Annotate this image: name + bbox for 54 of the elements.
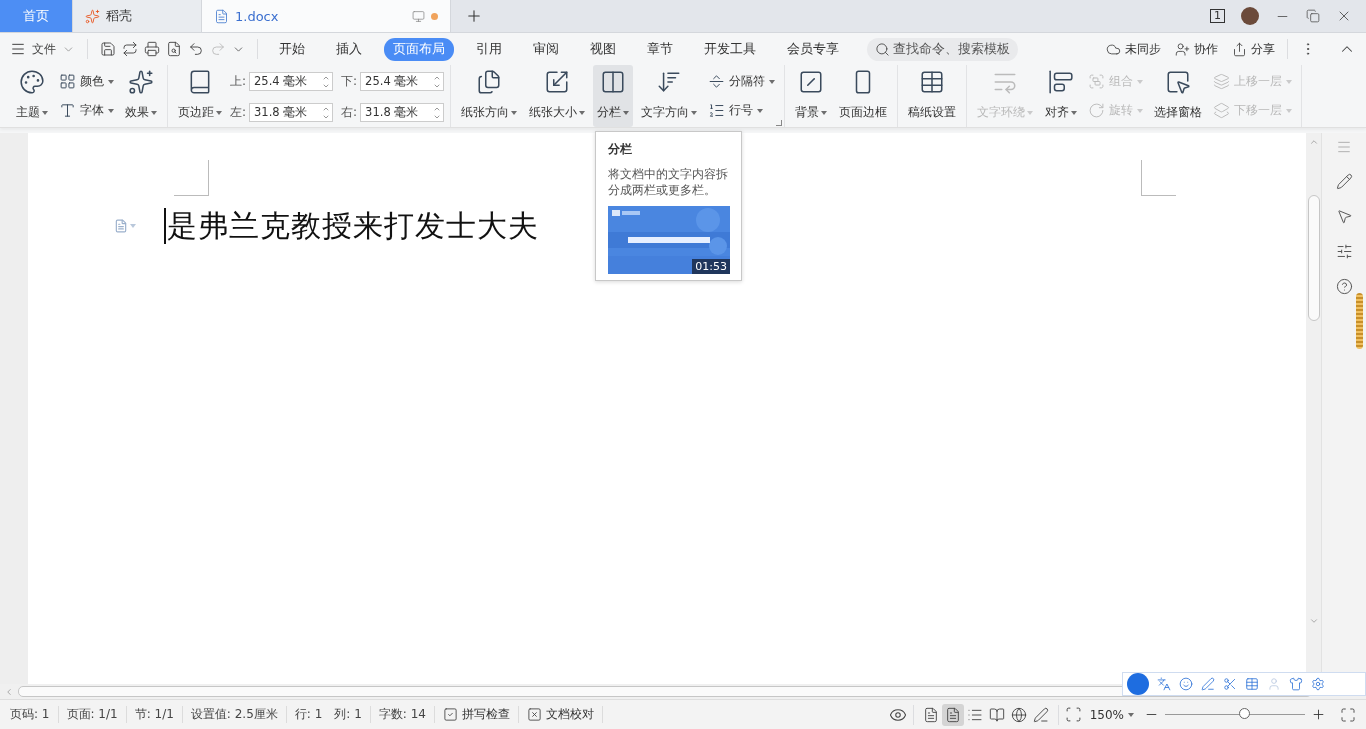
document-text: 是弗兰克教授来打发士大夫 [164, 208, 539, 244]
tooltip-title: 分栏 [608, 141, 633, 158]
margin-field[interactable]: 31.8 毫米 [249, 103, 334, 122]
ribbon-button[interactable]: 分栏 [593, 65, 634, 127]
ribbon-button[interactable]: 对齐 [1041, 65, 1082, 127]
ribbon-button[interactable]: 页边距 [174, 65, 226, 127]
ribbon-tab[interactable]: 开发工具 [695, 37, 765, 61]
ribbon-button[interactable]: 背景 [791, 65, 832, 127]
ribbon-button[interactable]: 行号 [705, 101, 779, 120]
ribbon-tab[interactable]: 会员专享 [778, 37, 848, 61]
status-text: 字数: 14 [378, 706, 426, 723]
status-text: 页码: 1 [10, 706, 50, 723]
ribbon-button[interactable]: 纸张大小 [525, 65, 590, 127]
toolbar-action[interactable]: 未同步 [1106, 40, 1161, 58]
margin-field[interactable]: 25.4 毫米 [360, 72, 445, 91]
video-duration: 01:53 [692, 259, 730, 274]
toolbar-action[interactable]: 协作 [1175, 40, 1218, 58]
toolbar-action[interactable]: 分享 [1232, 40, 1275, 58]
ribbon-tab[interactable]: 视图 [581, 37, 625, 61]
ribbon-tab[interactable]: 插入 [327, 37, 371, 61]
search-field[interactable]: 查找命令、搜索模板 [867, 37, 1018, 61]
ribbon-tab[interactable]: 开始 [270, 37, 314, 61]
ribbon-button[interactable]: 稿纸设置 [904, 65, 961, 127]
status-text: 列: 1 [334, 706, 362, 723]
tooltip-text: 将文档中的文字内容拆分成两栏或更多栏。 [608, 166, 729, 198]
margin-field[interactable]: 31.8 毫米 [360, 103, 445, 122]
ribbon-button[interactable]: 字体 [56, 101, 117, 120]
status-button[interactable]: 拼写检查 [442, 706, 510, 723]
status-text: 行: 1 [294, 706, 323, 723]
status-text: 页面: 1/1 [66, 706, 118, 723]
margin-label: 下: [341, 73, 358, 90]
margin-label: 左: [230, 104, 247, 121]
window-count[interactable]: 1 [1210, 9, 1225, 23]
ribbon-tab[interactable]: 引用 [467, 37, 511, 61]
ribbon-button[interactable]: 分隔符 [705, 72, 779, 91]
ribbon-button[interactable]: 纸张方向 [457, 65, 522, 127]
ribbon-button[interactable]: 颜色 [56, 72, 117, 91]
margin-label: 右: [341, 104, 358, 121]
ribbon-button[interactable]: 选择窗格 [1150, 65, 1207, 127]
document-tab[interactable]: 稻壳 [73, 0, 202, 32]
margin-field[interactable]: 25.4 毫米 [249, 72, 334, 91]
file-menu[interactable]: 文件 [32, 40, 56, 58]
status-text: 节: 1/1 [134, 706, 174, 723]
ribbon-button[interactable]: 文字方向 [637, 65, 702, 127]
ribbon-button[interactable]: 页面边框 [835, 65, 892, 127]
ribbon-tab[interactable]: 审阅 [524, 37, 568, 61]
document-tab[interactable]: 1.docx [202, 0, 451, 32]
ribbon-button[interactable]: 主题 [12, 65, 52, 127]
margin-label: 上: [230, 73, 247, 90]
ribbon-button[interactable]: 效果 [121, 65, 161, 127]
status-text: 设置值: 2.5厘米 [190, 706, 278, 723]
status-button[interactable]: 文档校对 [526, 706, 594, 723]
ribbon-tab[interactable]: 章节 [638, 37, 682, 61]
zoom-dropdown[interactable]: 150% [1089, 707, 1134, 722]
